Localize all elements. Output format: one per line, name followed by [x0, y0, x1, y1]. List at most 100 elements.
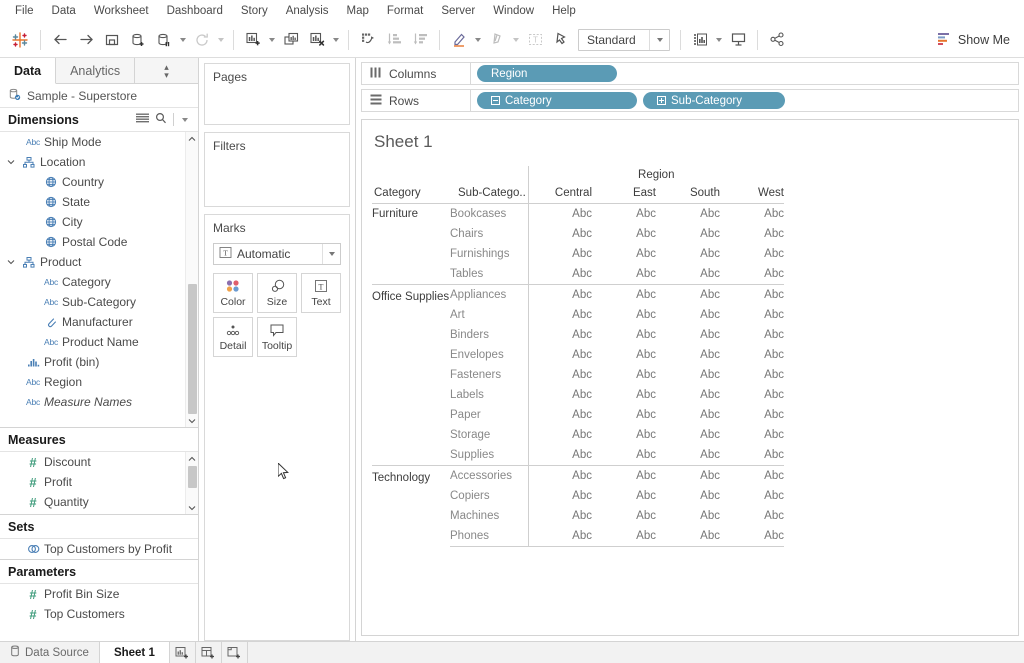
- parameter-top-customers[interactable]: # Top Customers: [0, 604, 198, 624]
- cell[interactable]: Abc: [592, 345, 656, 365]
- menu-item-worksheet[interactable]: Worksheet: [85, 0, 158, 22]
- marks-text-button[interactable]: T Text: [301, 273, 341, 313]
- cell[interactable]: Abc: [656, 405, 720, 425]
- cell[interactable]: Abc: [592, 325, 656, 345]
- cell[interactable]: Abc: [720, 405, 784, 425]
- scrollbar-thumb[interactable]: [188, 466, 197, 488]
- cell[interactable]: Abc: [720, 506, 784, 526]
- table-row[interactable]: Office Supplies Appliances Abc Abc Abc A…: [372, 285, 784, 306]
- marks-tooltip-button[interactable]: Tooltip: [257, 317, 297, 357]
- columns-shelf-drop[interactable]: Region: [471, 62, 1019, 85]
- new-dashboard-tab-button[interactable]: [196, 642, 222, 663]
- dimensions-menu-icon[interactable]: [180, 113, 190, 127]
- cell[interactable]: Abc: [656, 466, 720, 487]
- presentation-mode-button[interactable]: [725, 27, 751, 53]
- cell[interactable]: Abc: [656, 345, 720, 365]
- table-row[interactable]: Furniture Bookcases Abc Abc Abc Abc: [372, 204, 784, 225]
- cell[interactable]: Abc: [592, 285, 656, 306]
- tab-data[interactable]: Data: [0, 58, 56, 84]
- cell[interactable]: Abc: [528, 224, 592, 244]
- group-members-button[interactable]: [484, 27, 510, 53]
- cell[interactable]: Abc: [720, 244, 784, 264]
- dimension-region[interactable]: Abc Region: [0, 372, 198, 392]
- menu-item-analysis[interactable]: Analysis: [277, 0, 338, 22]
- dimension-state[interactable]: State: [0, 192, 198, 212]
- cell[interactable]: Abc: [720, 305, 784, 325]
- marks-color-button[interactable]: Color: [213, 273, 253, 313]
- show-hide-cards-button[interactable]: [687, 27, 713, 53]
- cell[interactable]: Abc: [528, 345, 592, 365]
- cell[interactable]: Abc: [720, 285, 784, 306]
- dimension-product-name[interactable]: Abc Product Name: [0, 332, 198, 352]
- scrollbar-thumb[interactable]: [188, 284, 197, 414]
- pill-sub-category[interactable]: Sub-Category: [643, 92, 785, 109]
- dimensions-scrollbar[interactable]: [185, 132, 198, 427]
- cell[interactable]: Abc: [528, 385, 592, 405]
- marks-size-button[interactable]: Size: [257, 273, 297, 313]
- dimension-city[interactable]: City: [0, 212, 198, 232]
- cell[interactable]: Abc: [656, 264, 720, 285]
- cell[interactable]: Abc: [720, 204, 784, 225]
- clear-sheet-button[interactable]: [304, 27, 330, 53]
- highlight-dropdown[interactable]: [472, 27, 484, 53]
- rows-shelf-drop[interactable]: Category Sub-Category: [471, 89, 1019, 112]
- cell[interactable]: Abc: [592, 385, 656, 405]
- cell[interactable]: Abc: [720, 365, 784, 385]
- cell[interactable]: Abc: [592, 425, 656, 445]
- measure-profit[interactable]: # Profit: [0, 472, 198, 492]
- cell[interactable]: Abc: [528, 285, 592, 306]
- dimension-manufacturer[interactable]: Manufacturer: [0, 312, 198, 332]
- highlight-button[interactable]: [446, 27, 472, 53]
- menu-item-map[interactable]: Map: [338, 0, 378, 22]
- new-datasource-button[interactable]: [125, 27, 151, 53]
- cell[interactable]: Abc: [592, 264, 656, 285]
- cell[interactable]: Abc: [720, 345, 784, 365]
- dimension-sub-category[interactable]: Abc Sub-Category: [0, 292, 198, 312]
- cell[interactable]: Abc: [528, 425, 592, 445]
- pill-category[interactable]: Category: [477, 92, 637, 109]
- cell[interactable]: Abc: [528, 264, 592, 285]
- cell[interactable]: Abc: [592, 445, 656, 466]
- cell[interactable]: Abc: [528, 244, 592, 264]
- marks-detail-button[interactable]: Detail: [213, 317, 253, 357]
- cell[interactable]: Abc: [592, 305, 656, 325]
- fixed-axis-button[interactable]: [548, 27, 574, 53]
- back-button[interactable]: [47, 27, 73, 53]
- cell[interactable]: Abc: [720, 466, 784, 487]
- cell[interactable]: Abc: [528, 325, 592, 345]
- cell[interactable]: Abc: [528, 486, 592, 506]
- menu-item-window[interactable]: Window: [484, 0, 543, 22]
- cell[interactable]: Abc: [720, 486, 784, 506]
- table-row[interactable]: Technology Accessories Abc Abc Abc Abc: [372, 466, 784, 487]
- cell[interactable]: Abc: [528, 466, 592, 487]
- cell[interactable]: Abc: [656, 425, 720, 445]
- pages-card[interactable]: Pages: [204, 63, 350, 125]
- cell[interactable]: Abc: [656, 385, 720, 405]
- sheet-tab-sheet1[interactable]: Sheet 1: [100, 642, 170, 663]
- forward-button[interactable]: [73, 27, 99, 53]
- chevron-down-icon[interactable]: [322, 244, 340, 264]
- cell[interactable]: Abc: [656, 305, 720, 325]
- scroll-down-icon[interactable]: [186, 414, 198, 427]
- cell[interactable]: Abc: [656, 365, 720, 385]
- cell[interactable]: Abc: [592, 486, 656, 506]
- dimension-category[interactable]: Abc Category: [0, 272, 198, 292]
- measure-quantity[interactable]: # Quantity: [0, 492, 198, 512]
- parameter-profit-bin-size[interactable]: # Profit Bin Size: [0, 584, 198, 604]
- cell[interactable]: Abc: [656, 224, 720, 244]
- data-source-tab[interactable]: Data Source: [0, 642, 100, 663]
- tab-analytics[interactable]: Analytics: [56, 58, 135, 83]
- dimension-profit-bin[interactable]: Profit (bin): [0, 352, 198, 372]
- scroll-up-icon[interactable]: [186, 132, 198, 145]
- dimension-ship-mode[interactable]: Abc Ship Mode: [0, 132, 198, 152]
- group-dropdown[interactable]: [510, 27, 522, 53]
- dimension-country[interactable]: Country: [0, 172, 198, 192]
- chevron-down-icon[interactable]: [4, 258, 18, 266]
- menu-item-file[interactable]: File: [6, 0, 43, 22]
- new-story-tab-button[interactable]: [222, 642, 248, 663]
- new-worksheet-button[interactable]: [240, 27, 266, 53]
- cell[interactable]: Abc: [592, 506, 656, 526]
- cell[interactable]: Abc: [592, 224, 656, 244]
- cell[interactable]: Abc: [528, 445, 592, 466]
- cell[interactable]: Abc: [656, 526, 720, 547]
